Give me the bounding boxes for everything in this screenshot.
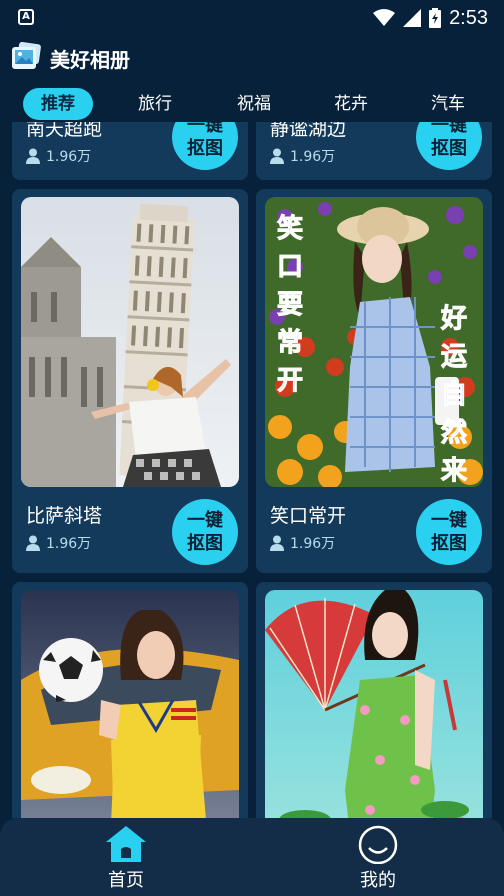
tab-travel[interactable]: 旅行	[125, 88, 185, 120]
nav-home-label: 首页	[108, 870, 144, 891]
view-count: 1.96万	[46, 149, 92, 165]
card-views: 1.96万	[26, 146, 91, 166]
app-title: 美好相册	[50, 48, 130, 72]
view-count: 1.96万	[290, 149, 336, 165]
button-line-2: 抠图	[431, 138, 467, 159]
battery-icon	[429, 8, 442, 28]
card-views: 1.96万	[26, 533, 91, 553]
status-bar: A 2:53	[0, 0, 504, 36]
user-icon	[270, 535, 284, 551]
category-tabs: 推荐 旅行 祝福 花卉 汽车	[0, 84, 504, 124]
card-views: 1.96万	[270, 533, 335, 553]
a-icon: A	[18, 9, 34, 25]
card-title: 静谧湖边	[270, 122, 347, 140]
card-title: 南天超跑	[26, 122, 103, 140]
template-photo-umbrella	[265, 590, 483, 818]
nav-mine-label: 我的	[360, 870, 396, 891]
tab-blessing[interactable]: 祝福	[224, 88, 284, 120]
smiley-icon	[358, 825, 398, 864]
view-count: 1.96万	[46, 536, 92, 552]
card-title: 笑口常开	[270, 505, 347, 527]
tab-flowers[interactable]: 花卉	[321, 88, 381, 120]
one-click-cutout-button[interactable]: 一键 抠图	[416, 499, 482, 565]
one-click-cutout-button[interactable]: 一键 抠图	[172, 122, 238, 170]
app-header: 美好相册	[0, 36, 504, 80]
card-title: 比萨斜塔	[26, 505, 103, 527]
template-photo-football	[21, 590, 239, 818]
template-card[interactable]: 南天超跑 1.96万 一键 抠图	[12, 122, 248, 180]
bottom-navigation: 首页 我的	[0, 818, 504, 896]
button-line-2: 抠图	[187, 138, 223, 159]
view-count: 1.96万	[290, 536, 336, 552]
photo-grid: 南天超跑 1.96万 一键 抠图 静谧湖边 1.96万 一键 抠图 比萨斜塔 1…	[0, 122, 504, 818]
tab-recommend[interactable]: 推荐	[23, 88, 93, 120]
button-line-2: 抠图	[187, 533, 223, 554]
user-icon	[26, 148, 40, 164]
status-time: 2:53	[449, 6, 488, 29]
template-photo-smile: 笑口要常开 好运自然来	[265, 197, 483, 487]
template-card[interactable]	[12, 582, 248, 818]
one-click-cutout-button[interactable]: 一键 抠图	[172, 499, 238, 565]
photo-album-icon	[12, 42, 41, 69]
button-line-1: 一键	[431, 122, 467, 136]
template-card[interactable]: 笑口要常开 好运自然来 笑口常开 1.96万 一键 抠图	[256, 189, 492, 573]
cell-signal-icon	[403, 9, 422, 27]
template-card[interactable]: 静谧湖边 1.96万 一键 抠图	[256, 122, 492, 180]
nav-home[interactable]: 首页	[0, 818, 252, 896]
user-icon	[270, 148, 284, 164]
template-card[interactable]	[256, 582, 492, 818]
user-icon	[26, 535, 40, 551]
wifi-icon	[373, 9, 396, 26]
nav-mine[interactable]: 我的	[252, 818, 504, 896]
template-photo-pisa	[21, 197, 239, 487]
card-views: 1.96万	[270, 146, 335, 166]
template-card[interactable]: 比萨斜塔 1.96万 一键 抠图	[12, 189, 248, 573]
button-line-1: 一键	[431, 510, 467, 531]
button-line-1: 一键	[187, 510, 223, 531]
poster-left-text: 笑口要常开	[277, 213, 303, 396]
one-click-cutout-button[interactable]: 一键 抠图	[416, 122, 482, 170]
tab-cars[interactable]: 汽车	[418, 88, 478, 120]
button-line-1: 一键	[187, 122, 223, 136]
poster-right-text: 好运自然来	[440, 304, 468, 486]
home-icon	[106, 826, 146, 862]
button-line-2: 抠图	[431, 533, 467, 554]
